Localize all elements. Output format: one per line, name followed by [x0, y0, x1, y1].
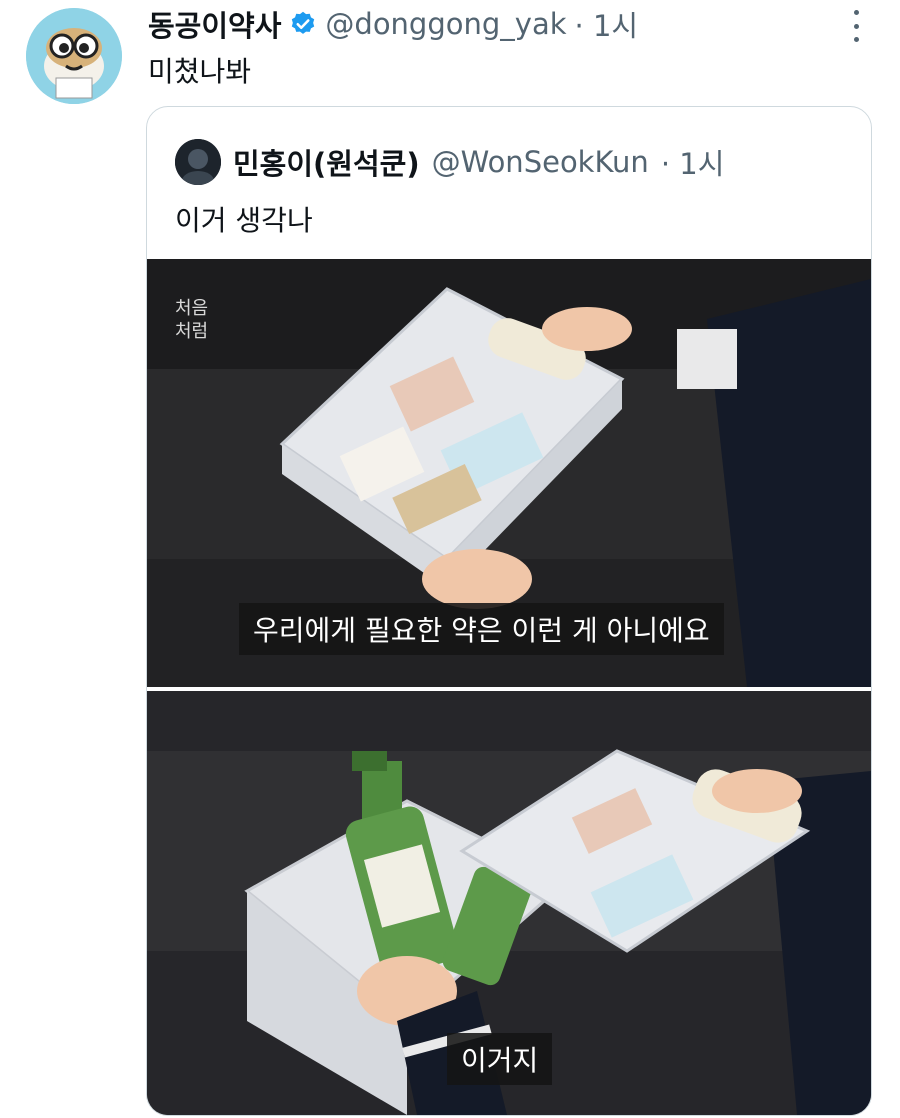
tweet-text: 미쳤나봐	[148, 55, 252, 88]
quoted-author-avatar[interactable]	[175, 139, 221, 185]
quoted-tweet-header: 민홍이(원석쿤) @WonSeokKun · 1시	[233, 137, 724, 187]
video-caption-2: 이거지	[447, 1033, 553, 1085]
verified-badge-icon	[292, 11, 315, 34]
tweet-time[interactable]: · 1시	[575, 3, 639, 45]
quoted-tweet-card[interactable]: 민홍이(원석쿤) @WonSeokKun · 1시 이거 생각나 처음 처럼 우…	[146, 106, 872, 1116]
quoted-display-name[interactable]: 민홍이(원석쿤)	[233, 141, 420, 183]
author-avatar[interactable]	[26, 8, 122, 104]
media-image-2[interactable]: 이거지	[147, 691, 871, 1115]
quoted-handle[interactable]: @WonSeokKun	[432, 145, 649, 179]
more-options-icon[interactable]	[850, 10, 862, 42]
quoted-time[interactable]: · 1시	[661, 141, 725, 183]
author-handle[interactable]: @donggong_yak	[325, 7, 566, 41]
tweet-header: 동공이약사 @donggong_yak · 1시	[148, 3, 860, 45]
author-display-name[interactable]: 동공이약사	[148, 3, 281, 45]
quoted-tweet-text: 이거 생각나	[175, 204, 313, 237]
profile-photo-icon	[175, 139, 221, 185]
video-caption-1: 우리에게 필요한 약은 이런 게 아니에요	[239, 603, 724, 655]
cartoon-pharmacist-icon	[26, 8, 122, 104]
svg-text:처음: 처음	[175, 298, 208, 319]
svg-text:처럼: 처럼	[175, 321, 208, 342]
media-image-1[interactable]: 처음 처럼 우리에게 필요한 약은 이런 게 아니에요	[147, 259, 871, 687]
